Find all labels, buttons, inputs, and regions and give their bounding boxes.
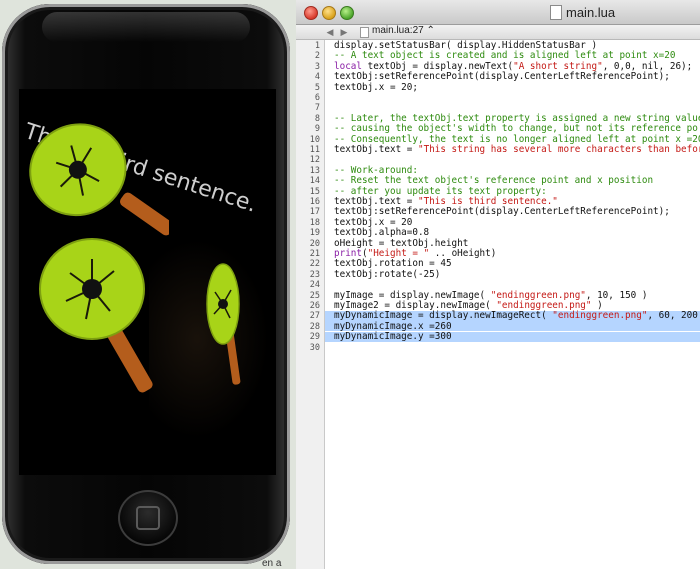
minimize-window-button[interactable]: [322, 6, 336, 20]
line-number: 23: [309, 269, 320, 280]
code-token: textObj.x = 20: [334, 216, 413, 228]
line-number: 6: [314, 93, 320, 103]
line-number: 17: [309, 207, 320, 218]
line-number: 8: [314, 113, 320, 124]
line-number: 4: [314, 72, 320, 83]
editor-window: main.lua ◀ ▶ main.lua:27 ⌃ 1 2 3 4 5 6 7 8 9 10 11…: [296, 0, 700, 569]
code-token: "A short string": [513, 60, 603, 72]
line-number: 22: [309, 259, 320, 270]
background-window-text: en a: [262, 558, 282, 569]
simulator-screen[interactable]: This is third sentence.: [19, 89, 276, 475]
code-line[interactable]: textObj:rotate(-25): [334, 268, 441, 280]
code-token: textObj:setReferencePoint(display.Center…: [334, 206, 670, 218]
zoom-window-button[interactable]: [340, 6, 354, 20]
line-number: 21: [309, 249, 320, 259]
forward-arrow-icon[interactable]: ▶: [338, 26, 350, 38]
code-line[interactable]: textObj.x = 20;: [334, 81, 418, 93]
code-token: , 0,0, nil, 26);: [602, 60, 693, 72]
navigation-bar: ◀ ▶ main.lua:27 ⌃: [296, 25, 700, 40]
code-token: myDynamicImage.x =260: [334, 320, 452, 332]
document-icon: [550, 5, 562, 20]
line-number: 14: [309, 176, 320, 187]
phone-shine: [42, 12, 250, 42]
file-location-popup[interactable]: main.lua:27 ⌃: [372, 25, 435, 36]
line-number: 9: [314, 124, 320, 135]
code-token: -- after you update its text property:: [334, 185, 547, 197]
line-number: 29: [309, 332, 320, 343]
line-number: 25: [309, 290, 320, 301]
code-editor[interactable]: display.setStatusBar( display.HiddenStat…: [325, 40, 700, 569]
window-title: main.lua: [566, 5, 616, 20]
code-line[interactable]: textObj.text = "This string has several …: [334, 145, 700, 155]
line-number: 16: [309, 197, 320, 207]
code-token: "This string has several more characters…: [417, 144, 700, 155]
code-token: textObj:setReferencePoint(display.Center…: [334, 71, 670, 83]
close-window-button[interactable]: [304, 6, 318, 20]
line-number: 27: [309, 311, 320, 322]
code-token: -- causing the object's width to change,…: [334, 123, 698, 135]
line-number-gutter: 1 2 3 4 5 6 7 8 9 10 11 12 13 14 15 16 17 18 19 20 21 22 23 24 2…: [296, 40, 325, 569]
code-token: myImage = display.newImage(: [334, 289, 491, 301]
line-number: 3: [314, 61, 320, 72]
line-number: 1: [314, 41, 320, 51]
code-token: "endinggreen.png": [496, 300, 592, 311]
code-token: "This is third sentence.": [417, 196, 558, 207]
code-token: -- Work-around:: [334, 164, 418, 176]
code-token: , 60, 200: [647, 310, 698, 322]
code-token: textObj:rotate(-25): [334, 268, 441, 280]
code-token: "endinggreen.png": [552, 310, 648, 322]
code-token: -- Reset the text object's reference poi…: [334, 175, 654, 187]
code-token: print: [334, 248, 362, 259]
code-line[interactable]: myDynamicImage.y =300: [334, 332, 452, 342]
home-square-icon: [136, 506, 160, 530]
code-token: textObj.rotation = 45: [334, 258, 452, 270]
simulator-window: This is third sentence.: [0, 0, 296, 569]
line-number: 18: [309, 217, 320, 228]
code-token: textObj.x = 20;: [334, 81, 418, 93]
code-token: "Height = ": [367, 248, 430, 259]
line-number: 13: [309, 165, 320, 176]
line-number: 20: [309, 238, 320, 249]
paddle-image-2: [39, 238, 153, 393]
code-token: -- Later, the textObj.text property is a…: [334, 112, 700, 124]
file-icon: [360, 27, 369, 38]
line-number: 26: [309, 301, 320, 311]
line-number: 30: [309, 342, 320, 353]
code-token: -- A text object is created and is align…: [334, 50, 676, 62]
line-number: 24: [309, 280, 320, 291]
code-token: local: [334, 60, 362, 72]
code-token: ): [591, 300, 603, 311]
code-token: .. oHeight): [429, 248, 497, 259]
code-token: oHeight = textObj.height: [334, 237, 469, 249]
line-number: 5: [314, 82, 320, 93]
line-number: 2: [314, 51, 320, 62]
home-button[interactable]: [118, 490, 178, 546]
line-number: 10: [309, 134, 320, 145]
line-number: 12: [309, 155, 320, 166]
code-token: textObj = display.newText(: [362, 60, 514, 72]
code-token: display.setStatusBar( display.HiddenStat…: [334, 40, 598, 51]
line-number: 11: [309, 145, 320, 155]
code-token: textObj.text =: [334, 196, 418, 207]
paddle-image-3: [206, 263, 241, 385]
line-number: 15: [309, 186, 320, 197]
code-token: myDynamicImage.y =300: [334, 331, 452, 343]
code-token: myDynamicImage = display.newImageRect(: [334, 310, 553, 322]
back-arrow-icon[interactable]: ◀: [324, 26, 336, 38]
line-number: 28: [309, 321, 320, 332]
code-token: -- Consequently, the text is no longer a…: [334, 133, 700, 145]
code-token: textObj.alpha=0.8: [334, 227, 430, 239]
title-bar[interactable]: main.lua: [296, 0, 700, 25]
code-token: textObj.text =: [334, 144, 418, 155]
line-number: 19: [309, 228, 320, 239]
line-number: 7: [314, 103, 320, 114]
code-token: , 10, 150 ): [585, 289, 648, 301]
code-token: "endinggreen.png": [490, 289, 586, 301]
code-token: myImage2 = display.newImage(: [334, 300, 497, 311]
